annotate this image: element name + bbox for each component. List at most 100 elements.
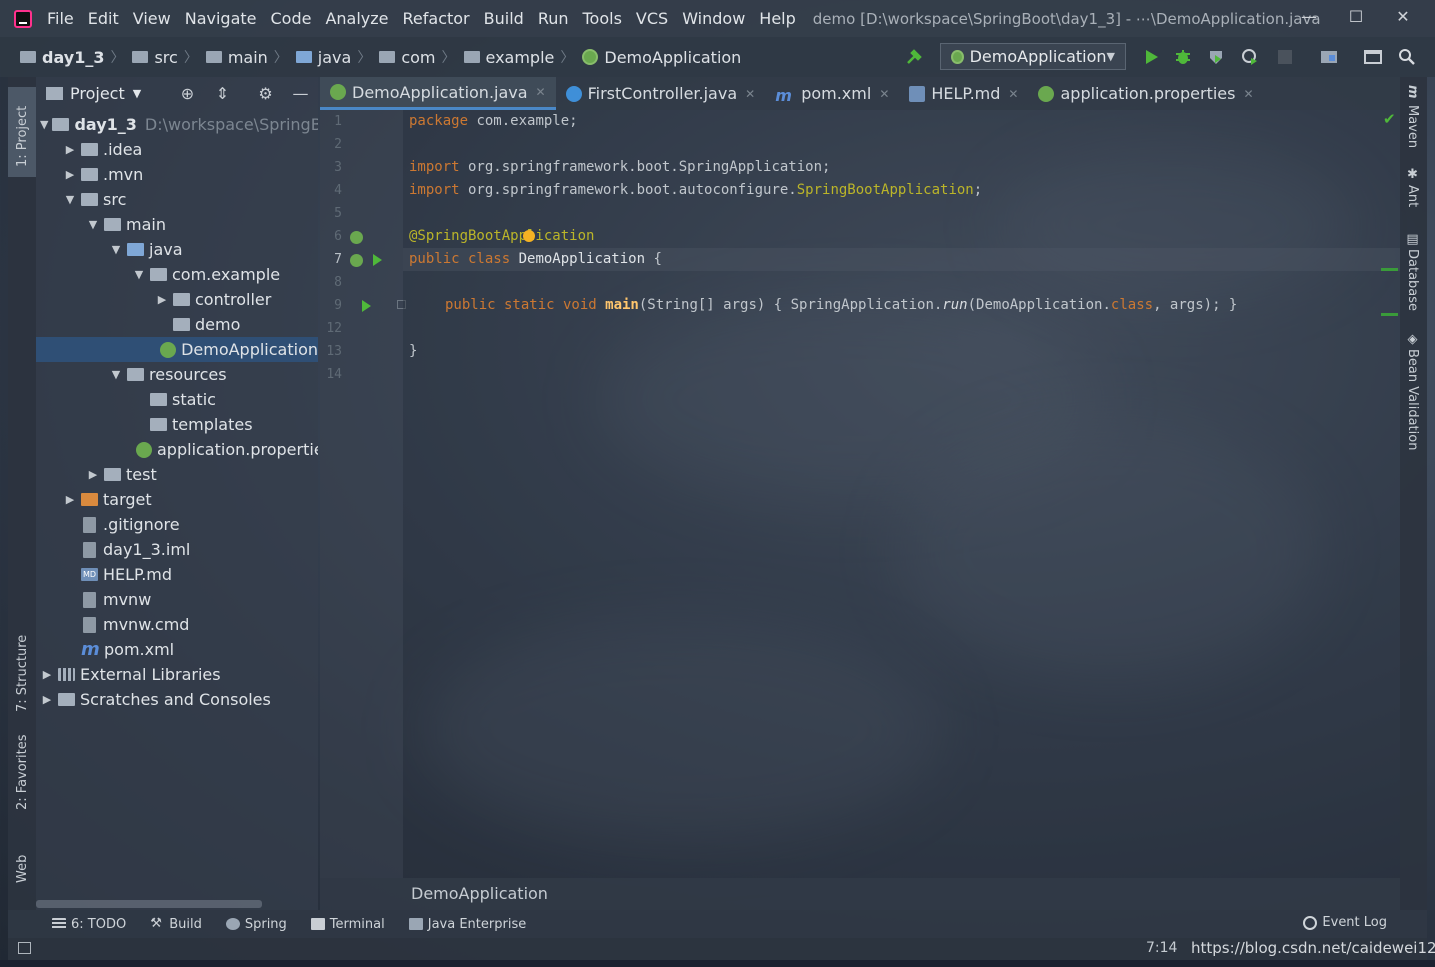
run-gutter-icon[interactable] bbox=[362, 300, 371, 312]
tree-item-demo[interactable]: demo bbox=[36, 312, 318, 337]
collapse-all-icon[interactable]: ⇕ bbox=[214, 85, 231, 102]
run-icon[interactable] bbox=[1142, 48, 1160, 66]
tree-item-mvnw-cmd[interactable]: mvnw.cmd bbox=[36, 612, 318, 637]
breadcrumb-example[interactable]: example 〉 bbox=[463, 47, 574, 67]
search-icon[interactable] bbox=[1398, 48, 1416, 66]
tree-item-pom-xml[interactable]: m pom.xml bbox=[36, 637, 318, 662]
tab-java-enterprise[interactable]: Java Enterprise bbox=[408, 917, 526, 932]
menu-code[interactable]: Code bbox=[271, 9, 312, 28]
tree-item-controller[interactable]: ▶ controller bbox=[36, 287, 318, 312]
tree-item-application-propertie[interactable]: application.propertie bbox=[36, 437, 318, 462]
menu-refactor[interactable]: Refactor bbox=[403, 9, 470, 28]
maximize-button[interactable]: ☐ bbox=[1333, 4, 1379, 32]
change-marker[interactable] bbox=[1381, 313, 1398, 316]
close-icon[interactable]: ✕ bbox=[879, 87, 889, 101]
tree-item-gitignore[interactable]: .gitignore bbox=[36, 512, 318, 537]
collapsed-arrow-icon[interactable]: ▶ bbox=[63, 493, 77, 506]
tree-item-java[interactable]: ▼ java bbox=[36, 237, 318, 262]
tree-item-test[interactable]: ▶ test bbox=[36, 462, 318, 487]
horizontal-scrollbar[interactable] bbox=[36, 900, 262, 908]
tab-application-properties[interactable]: application.properties ✕ bbox=[1028, 77, 1263, 110]
stop-icon[interactable] bbox=[1278, 50, 1292, 64]
run-configuration-select[interactable]: DemoApplication ▼ bbox=[940, 43, 1126, 70]
close-icon[interactable]: ✕ bbox=[1243, 87, 1253, 101]
menu-window[interactable]: Window bbox=[682, 9, 745, 28]
menu-help[interactable]: Help bbox=[759, 9, 795, 28]
build-hammer-icon[interactable] bbox=[905, 48, 923, 66]
tool-windows-toggle-icon[interactable] bbox=[18, 942, 31, 954]
expanded-arrow-icon[interactable]: ▼ bbox=[109, 243, 123, 256]
menu-vcs[interactable]: VCS bbox=[636, 9, 668, 28]
run-with-coverage-icon[interactable] bbox=[1207, 48, 1225, 66]
menu-view[interactable]: View bbox=[133, 9, 171, 28]
tree-item-help-md[interactable]: MD HELP.md bbox=[36, 562, 318, 587]
tree-item-src[interactable]: ▼ src bbox=[36, 187, 318, 212]
editor-gutter[interactable]: 1 2 3 4 5 6 7 8 9 12 13 14 bbox=[320, 110, 406, 878]
run-gutter-icon[interactable] bbox=[373, 254, 382, 266]
spring-bean-gutter-icon[interactable] bbox=[350, 231, 363, 244]
gear-icon[interactable]: ⚙ bbox=[257, 85, 274, 102]
close-icon[interactable]: ✕ bbox=[1008, 87, 1018, 101]
tree-item-mvn[interactable]: ▶ .mvn bbox=[36, 162, 318, 187]
tree-item-com-example[interactable]: ▼ com.example bbox=[36, 262, 318, 287]
project-structure-icon[interactable] bbox=[1320, 48, 1338, 66]
breadcrumb-java[interactable]: java 〉 bbox=[295, 47, 371, 67]
tab-bean-validation[interactable]: Bean Validation bbox=[1405, 349, 1420, 450]
menu-analyze[interactable]: Analyze bbox=[325, 9, 388, 28]
hide-panel-icon[interactable]: — bbox=[292, 85, 309, 102]
minimize-button[interactable]: — bbox=[1286, 4, 1332, 32]
tab-pom-xml[interactable]: m pom.xml ✕ bbox=[765, 77, 899, 110]
tab-todo[interactable]: 6: TODO bbox=[52, 917, 126, 932]
collapsed-arrow-icon[interactable]: ▶ bbox=[86, 468, 100, 481]
collapsed-arrow-icon[interactable]: ▶ bbox=[155, 293, 169, 306]
menu-build[interactable]: Build bbox=[484, 9, 524, 28]
tab-maven[interactable]: Maven bbox=[1405, 105, 1420, 148]
tab-database[interactable]: Database bbox=[1405, 249, 1420, 311]
breadcrumb-demoapplication[interactable]: DemoApplication bbox=[582, 48, 741, 67]
expanded-arrow-icon[interactable]: ▼ bbox=[40, 118, 48, 131]
intention-bulb-icon[interactable] bbox=[523, 230, 535, 242]
expanded-arrow-icon[interactable]: ▼ bbox=[63, 193, 77, 206]
tree-item-demoapplication[interactable]: DemoApplication bbox=[36, 337, 318, 362]
debug-bug-icon[interactable] bbox=[1174, 48, 1192, 66]
tab-structure[interactable]: 7: Structure bbox=[8, 622, 36, 712]
tab-terminal[interactable]: Terminal bbox=[310, 917, 385, 932]
profile-icon[interactable] bbox=[1241, 48, 1259, 66]
menu-navigate[interactable]: Navigate bbox=[185, 9, 257, 28]
tree-item-mvnw[interactable]: mvnw bbox=[36, 587, 318, 612]
expanded-arrow-icon[interactable]: ▼ bbox=[86, 218, 100, 231]
tree-item-resources[interactable]: ▼ resources bbox=[36, 362, 318, 387]
tab-firstcontroller-java[interactable]: FirstController.java ✕ bbox=[556, 77, 766, 110]
tree-item-target[interactable]: ▶ target bbox=[36, 487, 318, 512]
menu-run[interactable]: Run bbox=[538, 9, 569, 28]
collapsed-arrow-icon[interactable]: ▶ bbox=[40, 668, 54, 681]
close-icon[interactable]: ✕ bbox=[536, 85, 546, 99]
close-button[interactable]: ✕ bbox=[1380, 4, 1426, 32]
expanded-arrow-icon[interactable]: ▼ bbox=[109, 368, 123, 381]
tree-item-external-libraries[interactable]: ▶ External Libraries bbox=[36, 662, 318, 687]
tab-web[interactable]: Web bbox=[8, 847, 36, 897]
scroll-from-source-icon[interactable]: ⊕ bbox=[179, 85, 196, 102]
tab-spring[interactable]: Spring bbox=[225, 917, 287, 932]
event-log-button[interactable]: Event Log bbox=[1303, 915, 1387, 930]
change-marker[interactable] bbox=[1381, 268, 1398, 271]
editor-breadcrumb[interactable]: DemoApplication bbox=[320, 878, 1400, 910]
close-icon[interactable]: ✕ bbox=[745, 87, 755, 101]
tree-item-templates[interactable]: templates bbox=[36, 412, 318, 437]
tree-item-day1-3-iml[interactable]: day1_3.iml bbox=[36, 537, 318, 562]
presentation-mode-icon[interactable] bbox=[1364, 48, 1382, 66]
tab-demoapplication-java[interactable]: DemoApplication.java ✕ bbox=[320, 77, 556, 110]
tree-item-main[interactable]: ▼ main bbox=[36, 212, 318, 237]
tree-item-idea[interactable]: ▶ .idea bbox=[36, 137, 318, 162]
menu-edit[interactable]: Edit bbox=[88, 9, 119, 28]
expanded-arrow-icon[interactable]: ▼ bbox=[132, 268, 146, 281]
chevron-down-icon[interactable]: ▼ bbox=[133, 87, 141, 100]
menu-file[interactable]: File bbox=[47, 9, 74, 28]
caret-position[interactable]: 7:14 bbox=[1146, 940, 1177, 956]
collapsed-arrow-icon[interactable]: ▶ bbox=[63, 143, 77, 156]
tree-item-day1-3[interactable]: ▼ day1_3 D:\workspace\SpringBoo bbox=[36, 112, 318, 137]
project-view-selector[interactable]: Project bbox=[70, 84, 125, 103]
collapsed-arrow-icon[interactable]: ▶ bbox=[63, 168, 77, 181]
inspection-ok-icon[interactable]: ✔ bbox=[1383, 110, 1396, 128]
breadcrumb-src[interactable]: src 〉 bbox=[132, 47, 198, 67]
